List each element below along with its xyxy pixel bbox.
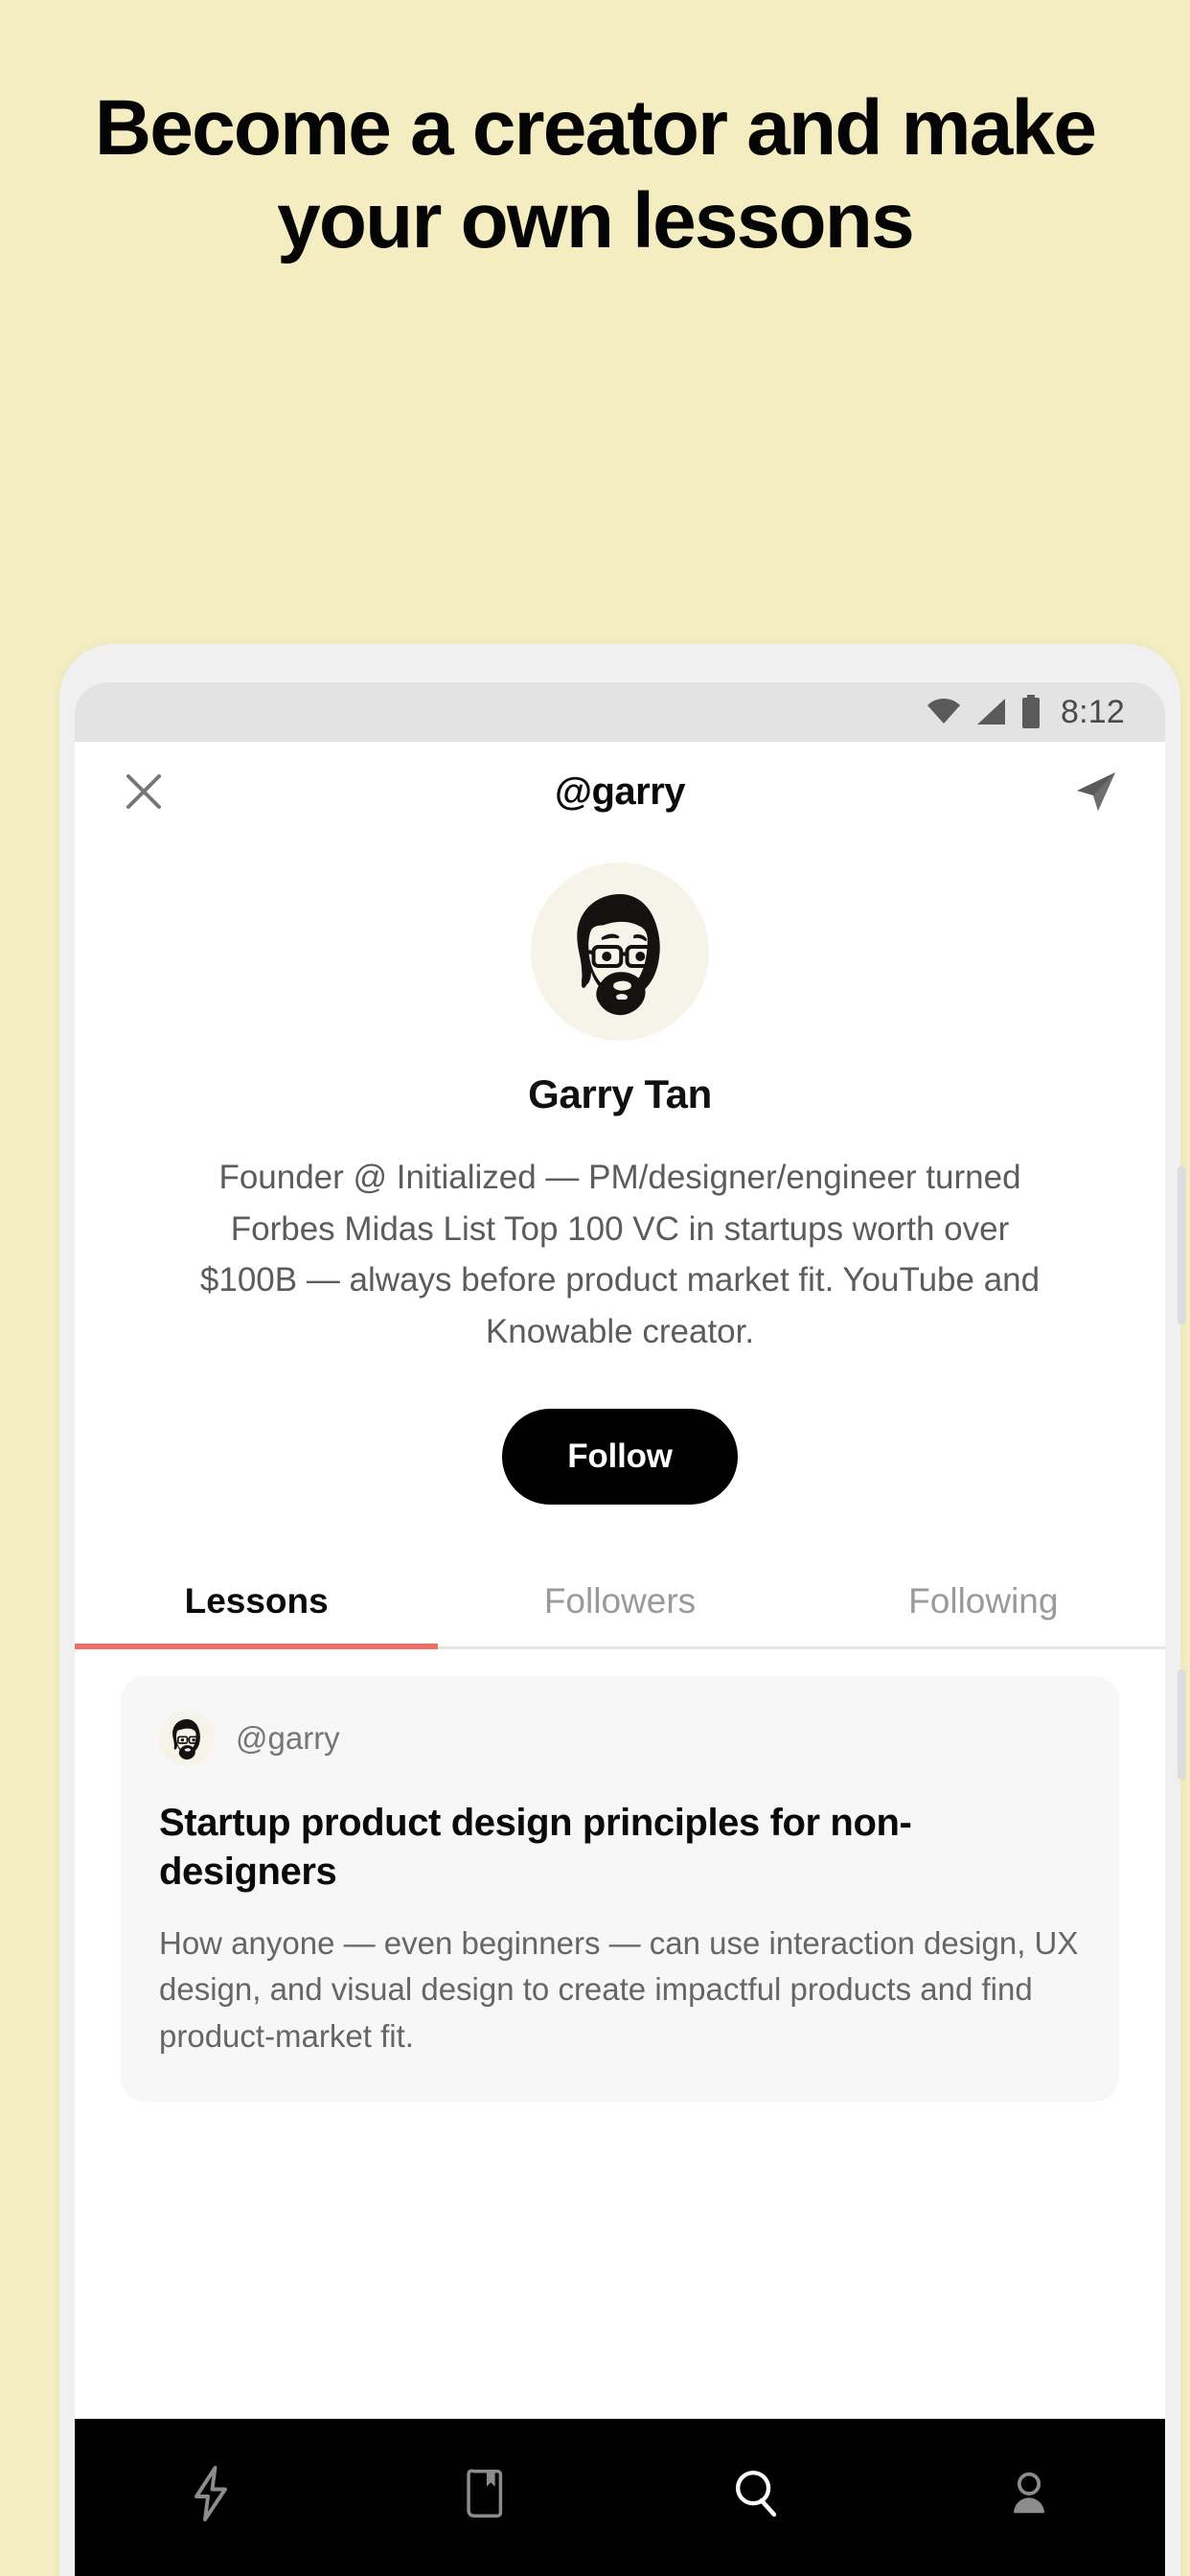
nav-item-discover[interactable]: [75, 2457, 348, 2534]
status-bar: 8:12: [75, 682, 1165, 742]
share-icon[interactable]: [1069, 765, 1123, 818]
tab-following[interactable]: Following: [802, 1560, 1165, 1646]
profile-name: Garry Tan: [528, 1071, 712, 1116]
app-header: @garry: [75, 742, 1165, 841]
battery-icon: [1020, 695, 1041, 729]
phone-side-button-power: [1178, 1669, 1186, 1780]
avatar[interactable]: [531, 862, 709, 1041]
phone-frame: 8:12 @garry Garry Tan Founder @ Initiali…: [59, 644, 1186, 2576]
lesson-feed: @garry Startup product design principles…: [75, 1649, 1165, 2103]
status-bar-time: 8:12: [1061, 693, 1125, 730]
close-icon[interactable]: [117, 765, 171, 818]
nav-item-profile[interactable]: [893, 2457, 1166, 2534]
tab-lessons[interactable]: Lessons: [75, 1560, 439, 1650]
profile-bio: Founder @ Initialized — PM/designer/engi…: [199, 1159, 1041, 1350]
nav-item-library[interactable]: [348, 2457, 621, 2534]
book-icon: [461, 2466, 507, 2526]
tab-followers[interactable]: Followers: [438, 1560, 801, 1646]
wifi-icon: [927, 699, 961, 725]
person-icon: [1006, 2466, 1052, 2526]
profile-tabs: Lessons Followers Following: [75, 1560, 1165, 1650]
card-title: Startup product design principles for no…: [159, 1802, 912, 1894]
card-handle: @garry: [236, 1720, 340, 1757]
card-description: How anyone — even beginners — can use in…: [159, 1924, 1079, 2054]
card-author[interactable]: @garry: [159, 1711, 1081, 1767]
list-item[interactable]: @garry Startup product design principles…: [121, 1676, 1119, 2103]
follow-button[interactable]: Follow: [502, 1409, 738, 1506]
profile-section: Garry Tan Founder @ Initialized — PM/des…: [75, 841, 1165, 1506]
cellular-signal-icon: [974, 698, 1007, 726]
phone-side-button-volume: [1178, 1166, 1186, 1324]
promo-headline: Become a creator and make your own lesso…: [94, 84, 1097, 264]
nav-item-search[interactable]: [620, 2457, 893, 2534]
phone-screen: 8:12 @garry Garry Tan Founder @ Initiali…: [75, 682, 1165, 2576]
lightning-bolt-icon: [189, 2465, 233, 2527]
bottom-navigation: [75, 2419, 1165, 2576]
avatar: [159, 1711, 215, 1767]
search-icon: [730, 2466, 782, 2526]
page-title: @garry: [554, 770, 686, 813]
